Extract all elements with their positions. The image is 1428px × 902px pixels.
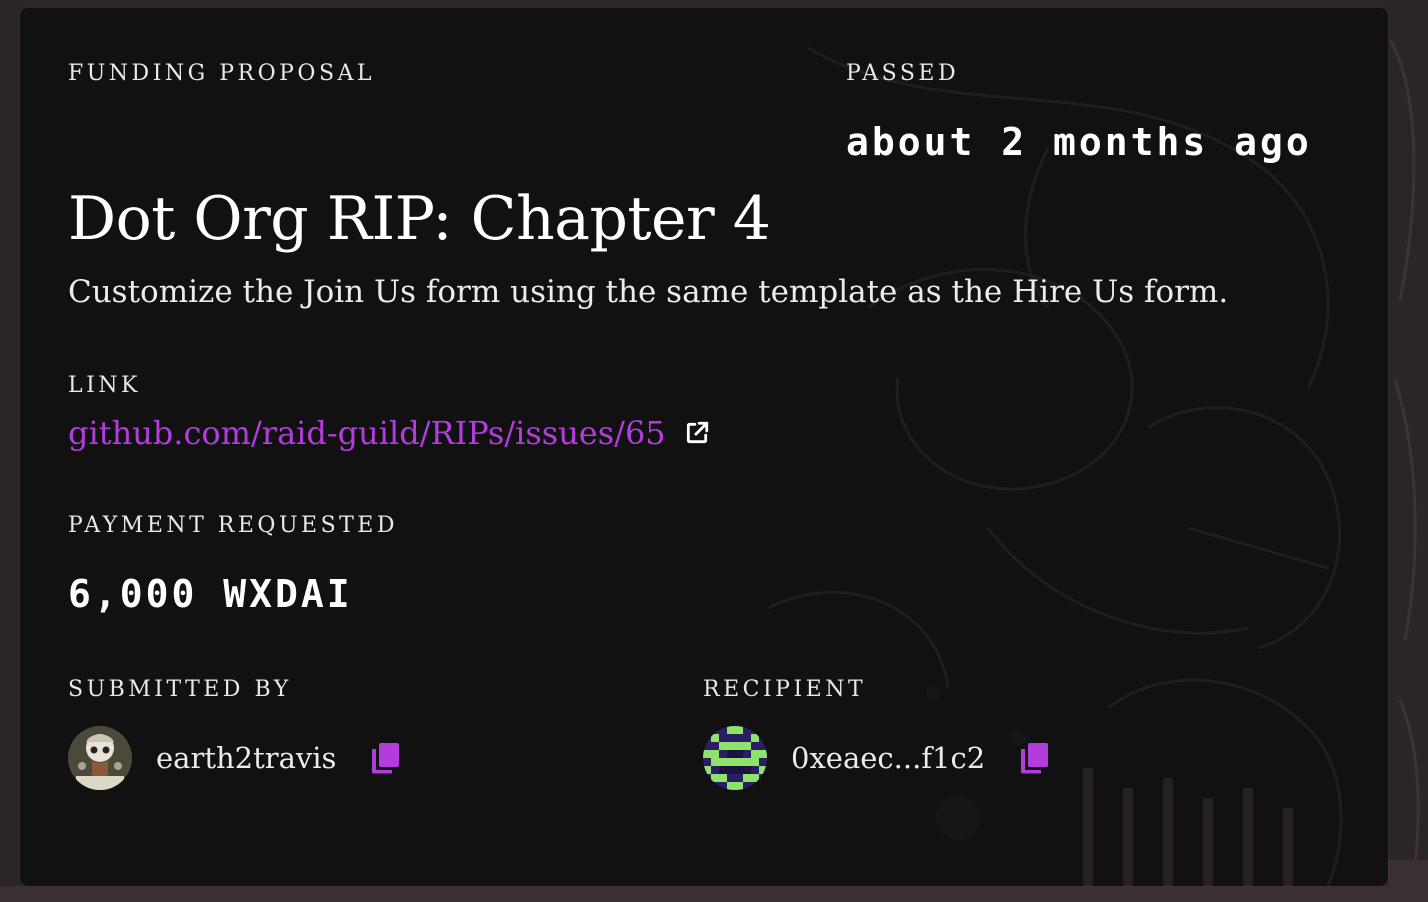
link-label: LINK (68, 373, 141, 398)
copy-submitter-button[interactable] (370, 742, 400, 774)
recipient-label: RECIPIENT (703, 677, 867, 702)
proposal-status-label: PASSED (846, 61, 960, 86)
payment-label: PAYMENT REQUESTED (68, 513, 399, 538)
payment-amount: 6,000 WXDAI (68, 572, 353, 616)
recipient-address: 0xeaec...f1c2 (791, 741, 986, 775)
external-link-icon (686, 421, 708, 444)
copy-icon (1021, 743, 1049, 774)
proposal-card: FUNDING PROPOSAL PASSED about 2 months a… (20, 8, 1388, 886)
recipient-avatar (703, 726, 767, 790)
proposal-link-text: github.com/raid-guild/RIPs/issues/65 (68, 414, 666, 452)
copy-recipient-button[interactable] (1019, 742, 1049, 774)
submitter-name: earth2travis (156, 741, 337, 775)
recipient-row: 0xeaec...f1c2 (703, 726, 1049, 790)
proposal-description: Customize the Join Us form using the sam… (68, 274, 1229, 310)
submitted-by-label: SUBMITTED BY (68, 677, 292, 702)
submitter-avatar (68, 726, 132, 790)
proposal-title: Dot Org RIP: Chapter 4 (68, 184, 771, 254)
submitter-row: earth2travis (68, 726, 400, 790)
proposal-type-label: FUNDING PROPOSAL (68, 61, 376, 86)
proposal-link[interactable]: github.com/raid-guild/RIPs/issues/65 (68, 414, 710, 452)
copy-icon (372, 743, 400, 774)
proposal-status-time: about 2 months ago (846, 120, 1312, 164)
